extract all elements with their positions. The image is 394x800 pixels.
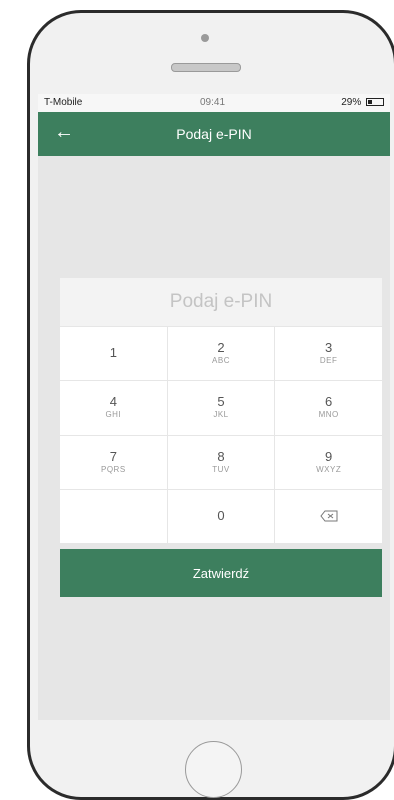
keypad-key-9[interactable]: 9 WXYZ xyxy=(275,435,382,489)
page-title: Podaj e-PIN xyxy=(176,126,252,142)
keypad-key-2[interactable]: 2 ABC xyxy=(167,327,275,381)
key-digit: 4 xyxy=(109,394,117,410)
key-digit: 3 xyxy=(325,340,333,356)
key-digit: 9 xyxy=(325,448,333,464)
key-letters: TUV xyxy=(212,464,230,474)
keypad-key-8[interactable]: 8 TUV xyxy=(167,435,275,489)
key-digit: 8 xyxy=(217,448,225,464)
battery-indicator: 29% xyxy=(341,97,384,108)
epin-input[interactable] xyxy=(60,278,382,326)
battery-icon xyxy=(366,98,384,107)
keypad-empty-key xyxy=(60,489,167,543)
key-letters: DEF xyxy=(319,356,338,366)
phone-screen: T-Mobile 09:41 29% ← Podaj e-PIN 1 2 ABC… xyxy=(38,94,390,720)
key-letters: ABC xyxy=(212,356,230,366)
key-digit: 5 xyxy=(217,394,225,410)
status-bar: T-Mobile 09:41 29% xyxy=(38,94,390,112)
keypad-key-5[interactable]: 5 JKL xyxy=(167,381,275,435)
key-letters: GHI xyxy=(105,410,122,420)
front-camera xyxy=(201,34,209,42)
key-digit: 0 xyxy=(217,508,225,524)
keypad-key-7[interactable]: 7 PQRS xyxy=(60,435,167,489)
confirm-button[interactable]: Zatwierdź xyxy=(60,549,382,597)
key-letters: WXYZ xyxy=(316,464,342,474)
clock: 09:41 xyxy=(200,97,226,108)
key-digit: 2 xyxy=(217,340,225,356)
keypad-key-6[interactable]: 6 MNO xyxy=(275,381,382,435)
keypad-key-1[interactable]: 1 xyxy=(60,327,167,381)
keypad-key-4[interactable]: 4 GHI xyxy=(60,381,167,435)
key-digit: 6 xyxy=(325,394,333,410)
carrier-label: T-Mobile xyxy=(44,97,83,108)
key-letters: PQRS xyxy=(100,464,126,474)
battery-percent: 29% xyxy=(341,97,362,108)
app-header: ← Podaj e-PIN xyxy=(38,112,390,156)
numeric-keypad: 1 2 ABC 3 DEF 4 GHI 5 JKL 6 MNO 7 PQRS 8 xyxy=(60,327,382,543)
key-digit: 1 xyxy=(109,345,117,361)
key-letters: MNO xyxy=(318,410,339,420)
keypad-delete-key[interactable] xyxy=(275,489,382,543)
earpiece-speaker xyxy=(171,63,241,72)
keypad-key-3[interactable]: 3 DEF xyxy=(275,327,382,381)
key-letters: JKL xyxy=(213,410,229,420)
home-button[interactable] xyxy=(185,741,242,798)
keypad-key-0[interactable]: 0 xyxy=(167,489,275,543)
key-digit: 7 xyxy=(109,448,117,464)
backspace-icon xyxy=(320,510,338,522)
